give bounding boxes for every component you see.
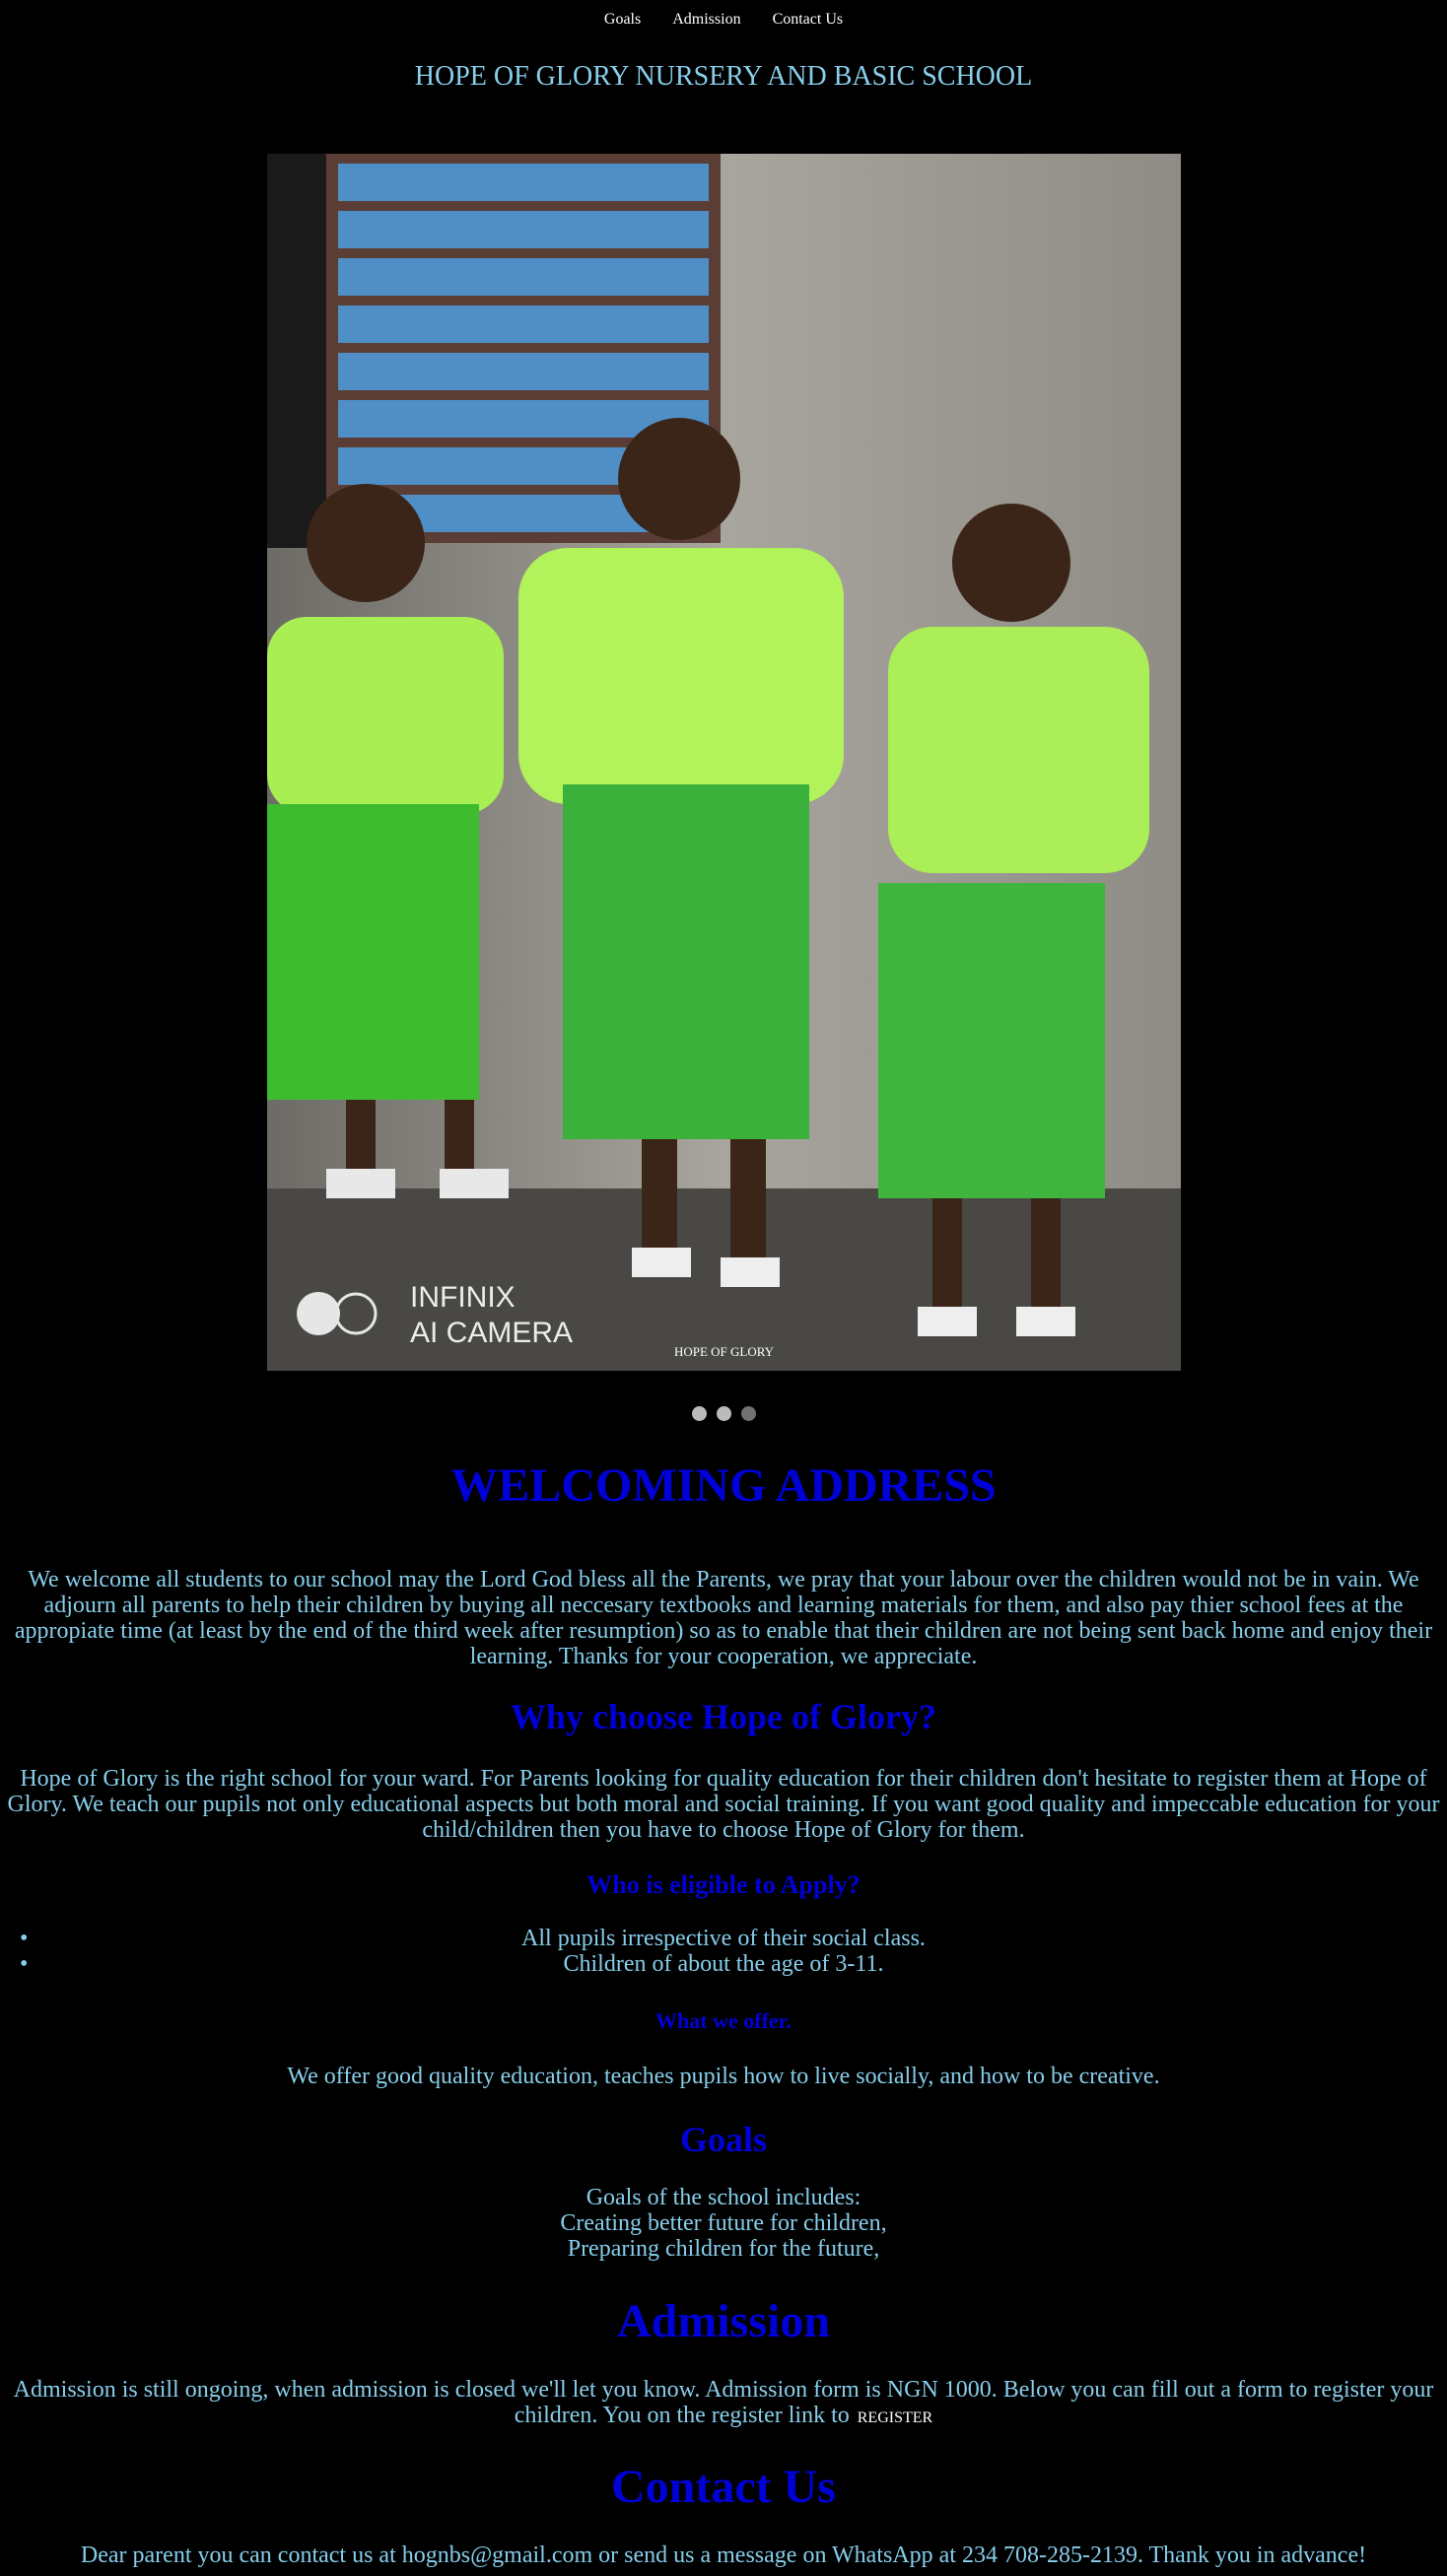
top-nav: Goals Admission Contact Us [0, 11, 1447, 29]
slideshow-image: INFINIX AI CAMERA HOPE OF GLORY [267, 154, 1181, 1371]
offer-heading: What we offer. [655, 2008, 792, 2033]
nav-link-goals[interactable]: Goals [604, 11, 641, 28]
admission-heading: Admission [616, 2295, 831, 2347]
contact-heading: Contact Us [611, 2461, 836, 2513]
goals-line-1: Goals of the school includes: [586, 2185, 861, 2210]
goals-line-2: Creating better future for children, [560, 2210, 887, 2236]
goals-heading: Goals [679, 2120, 767, 2159]
eligible-heading: Who is eligible to Apply? [586, 1870, 861, 1899]
slide-dot-1[interactable] [691, 1406, 707, 1421]
why-text: Hope of Glory is the right school for yo… [7, 1766, 1440, 1843]
welcome-heading: WELCOMING ADDRESS [450, 1459, 997, 1512]
slideshow-dots [0, 1406, 1447, 1426]
watermark-line1: INFINIX [410, 1281, 516, 1314]
list-item: All pupils irrespective of their social … [0, 1926, 1447, 1951]
admission-body: Admission is still ongoing, when admissi… [13, 2377, 1434, 2428]
admission-text: Admission is still ongoing, when admissi… [6, 2377, 1441, 2431]
goals-line-3: Preparing children for the future, [567, 2236, 880, 2262]
school-children-photo: INFINIX AI CAMERA [267, 154, 1181, 1371]
nav-link-admission[interactable]: Admission [672, 11, 740, 28]
register-link[interactable]: REGISTER [858, 2409, 932, 2426]
slide-dot-2[interactable] [716, 1406, 731, 1421]
offer-text: We offer good quality education, teaches… [287, 2064, 1160, 2089]
welcome-text: We welcome all students to our school ma… [14, 1567, 1433, 1669]
goals-text: Goals of the school includes: Creating b… [6, 2185, 1441, 2262]
eligible-list: All pupils irrespective of their social … [0, 1926, 1447, 1977]
list-item: Children of about the age of 3-11. [0, 1951, 1447, 1977]
slide-dot-3[interactable] [740, 1406, 756, 1421]
site-title: HOPE OF GLORY NURSERY AND BASIC SCHOOL [414, 61, 1033, 92]
why-heading: Why choose Hope of Glory? [511, 1697, 936, 1736]
slide-caption: HOPE OF GLORY [673, 1344, 775, 1359]
contact-text: Dear parent you can contact us at hognbs… [80, 2542, 1367, 2568]
nav-link-contact[interactable]: Contact Us [773, 11, 844, 28]
